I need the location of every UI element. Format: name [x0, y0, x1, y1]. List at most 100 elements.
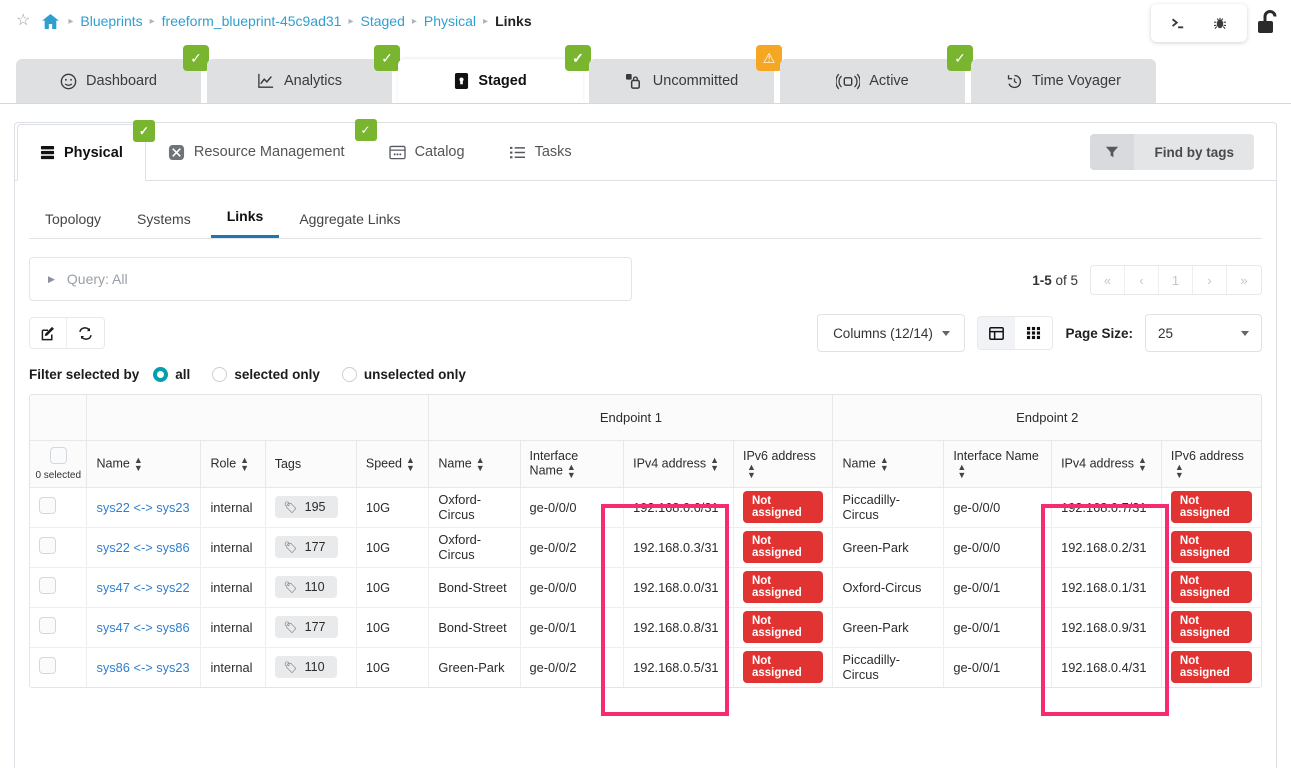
endpoint2-name-value: Oxford-Circus: [842, 579, 922, 595]
tag-chip[interactable]: 🏷 110: [274, 576, 337, 598]
table-view-icon[interactable]: [978, 317, 1016, 349]
query-expander[interactable]: ▶ Query: All: [29, 257, 632, 301]
cell-link-name[interactable]: sys22 <-> sys23: [86, 487, 202, 528]
endpoint2-ipv6-badge: Not assigned: [1170, 611, 1252, 643]
tag-chip[interactable]: 🏷 110: [274, 656, 337, 679]
link-name-link[interactable]: sys22 <-> sys86: [96, 540, 189, 555]
columns-select[interactable]: Columns (12/14): [817, 314, 966, 352]
column-header-e1-ipv4-address[interactable]: IPv4 address ▲ ▼: [623, 440, 734, 488]
cell-tags[interactable]: 🏷 177: [265, 527, 357, 568]
cell-link-name[interactable]: sys86 <-> sys23: [86, 647, 202, 687]
link-name-link[interactable]: sys47 <-> sys22: [96, 580, 189, 595]
role-value: internal: [210, 579, 253, 595]
tag-chip[interactable]: 🏷 177: [274, 616, 338, 638]
edit-square-icon[interactable]: [30, 318, 67, 348]
column-header-e1-ipv6-address[interactable]: IPv6 address ▲ ▼: [733, 440, 834, 488]
tab-uncommitted[interactable]: Uncommitted ⚠: [589, 45, 782, 103]
select-all-checkbox[interactable]: [49, 446, 67, 464]
radio-unselected-only[interactable]: [341, 367, 357, 382]
row-select-cell[interactable]: [30, 647, 88, 687]
tab-time-voyager[interactable]: Time Voyager: [971, 59, 1156, 103]
cell-link-name[interactable]: sys47 <-> sys22: [86, 567, 202, 608]
cell-e2-ipv4: 192.168.0.9/31: [1051, 607, 1162, 648]
tab-physical[interactable]: Physical ✓: [17, 120, 155, 181]
column-header-e2-ipv6-address[interactable]: IPv6 address ▲ ▼: [1161, 440, 1261, 488]
radio-selected-only[interactable]: [212, 367, 228, 382]
breadcrumb-item-physical[interactable]: Physical: [424, 13, 476, 29]
tab-staged[interactable]: Staged ✓: [398, 45, 591, 103]
sub-tab-bar: Topology Systems Links Aggregate Links: [29, 197, 1262, 239]
subtab-aggregate-links[interactable]: Aggregate Links: [283, 211, 416, 238]
table-row[interactable]: sys47 <-> sys86 internal 🏷 177 10G Bond-Stree…: [30, 607, 1261, 648]
subtab-topology[interactable]: Topology: [29, 211, 117, 238]
subtab-links[interactable]: Links: [210, 208, 280, 238]
subtab-systems[interactable]: Systems: [121, 211, 207, 238]
pagination-next-button[interactable]: ›: [1193, 266, 1227, 294]
cell-e1-ipv6: Not assigned: [733, 527, 834, 568]
tab-catalog[interactable]: Catalog: [367, 124, 487, 180]
terminal-icon[interactable]: [1157, 6, 1199, 40]
filter-option-selected-only[interactable]: selected only: [212, 367, 320, 382]
cell-tags[interactable]: 🏷 110: [265, 647, 357, 687]
table-row[interactable]: sys22 <-> sys86 internal 🏷 177 10G Oxford-Cir…: [30, 527, 1261, 568]
tab-analytics[interactable]: Analytics ✓: [207, 45, 400, 103]
column-header-speed[interactable]: Speed ▲ ▼: [356, 440, 430, 488]
column-header-tags[interactable]: Tags: [265, 440, 357, 488]
pagination-page-1-button[interactable]: 1: [1159, 266, 1193, 294]
tag-chip[interactable]: 🏷 177: [274, 536, 338, 558]
find-by-tags-button[interactable]: Find by tags: [1090, 134, 1254, 170]
tab-active[interactable]: Active ✓: [780, 45, 973, 103]
row-select-cell[interactable]: [30, 527, 88, 568]
cell-tags[interactable]: 🏷 110: [265, 567, 357, 608]
row-checkbox[interactable]: [39, 537, 56, 554]
row-checkbox[interactable]: [39, 617, 56, 634]
column-header-e2-name[interactable]: Name ▲ ▼: [832, 440, 945, 488]
row-select-cell[interactable]: [30, 487, 88, 528]
link-name-link[interactable]: sys86 <-> sys23: [96, 660, 189, 675]
grid-view-icon[interactable]: [1015, 317, 1053, 349]
link-name-link[interactable]: sys47 <-> sys86: [96, 620, 189, 635]
table-row[interactable]: sys86 <-> sys23 internal 🏷 110 10G Green-Park…: [30, 647, 1261, 687]
history-icon: [1006, 73, 1023, 90]
column-header-role[interactable]: Role ▲ ▼: [200, 440, 266, 488]
pagination-prev-button[interactable]: ‹: [1125, 266, 1159, 294]
column-header-e2-ipv4-address[interactable]: IPv4 address ▲ ▼: [1051, 440, 1162, 488]
page-size-select[interactable]: 25: [1145, 314, 1262, 352]
catalog-icon: [388, 145, 406, 160]
column-header-e1-interface-name[interactable]: Interface Name ▲ ▼: [520, 440, 625, 488]
breadcrumb-item-blueprints[interactable]: Blueprints: [80, 13, 142, 29]
table-row[interactable]: sys47 <-> sys22 internal 🏷 110 10G Bond-Stree…: [30, 567, 1261, 608]
tab-label: Uncommitted: [652, 73, 739, 89]
cell-tags[interactable]: 🏷 177: [265, 607, 357, 648]
tab-dashboard[interactable]: Dashboard ✓: [16, 45, 209, 103]
row-select-cell[interactable]: [30, 567, 88, 608]
cell-link-name[interactable]: sys22 <-> sys86: [86, 527, 202, 568]
tab-tasks[interactable]: Tasks: [487, 124, 594, 180]
column-header-e2-interface-name[interactable]: Interface Name ▲ ▼: [943, 440, 1053, 488]
refresh-icon[interactable]: [67, 318, 104, 348]
filter-option-all[interactable]: all: [153, 367, 190, 382]
pagination-first-button[interactable]: «: [1091, 266, 1125, 294]
row-checkbox[interactable]: [39, 657, 56, 675]
filter-option-unselected-only[interactable]: unselected only: [341, 367, 466, 382]
row-select-cell[interactable]: [30, 607, 88, 648]
pagination-last-button[interactable]: »: [1227, 266, 1261, 294]
cell-link-name[interactable]: sys47 <-> sys86: [86, 607, 202, 648]
tag-chip[interactable]: 🏷 195: [274, 496, 338, 518]
cell-e2-name: Oxford-Circus: [832, 567, 945, 608]
row-checkbox[interactable]: [39, 577, 56, 594]
link-name-link[interactable]: sys22 <-> sys23: [96, 500, 189, 515]
home-icon[interactable]: [42, 13, 60, 29]
star-icon[interactable]: ☆: [16, 13, 30, 29]
column-header-name[interactable]: Name ▲ ▼: [86, 440, 202, 488]
breadcrumb-item-blueprint-id[interactable]: freeform_blueprint-45c9ad31: [162, 13, 342, 29]
breadcrumb-item-staged[interactable]: Staged: [360, 13, 404, 29]
bug-icon[interactable]: [1199, 6, 1241, 40]
row-checkbox[interactable]: [39, 497, 56, 514]
table-row[interactable]: sys22 <-> sys23 internal 🏷 195 10G Oxford-Cir…: [30, 487, 1261, 528]
column-header-e1-name[interactable]: Name ▲ ▼: [428, 440, 521, 488]
unlock-icon[interactable]: [1257, 8, 1283, 38]
tab-resource-management[interactable]: Resource Management ✓: [146, 119, 377, 180]
radio-all[interactable]: [153, 367, 169, 382]
cell-tags[interactable]: 🏷 195: [265, 487, 357, 528]
